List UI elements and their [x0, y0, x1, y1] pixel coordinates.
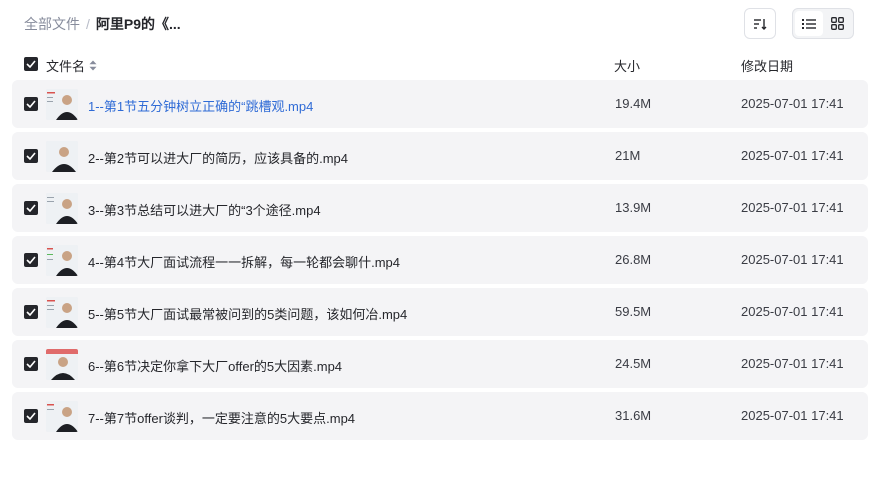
grid-view-icon	[830, 17, 844, 30]
file-size: 21M	[615, 148, 641, 163]
row-checkbox[interactable]	[24, 149, 38, 163]
table-header: 文件名 大小 修改日期	[12, 50, 868, 78]
file-name[interactable]: 1--第1节五分钟树立正确的“跳槽观.mp4	[88, 96, 313, 115]
file-size: 19.4M	[615, 96, 652, 111]
file-size: 13.9M	[615, 200, 652, 215]
table-row[interactable]: 6--第6节决定你拿下大厂offer的5大因素.mp4 24.5M 2025-0…	[12, 340, 868, 388]
check-icon	[26, 100, 36, 108]
sort-icon	[754, 18, 767, 30]
list-view-icon	[802, 18, 816, 29]
grid-view-button[interactable]	[823, 11, 851, 36]
column-header-size: 大小	[614, 59, 641, 74]
video-thumbnail	[46, 401, 78, 432]
view-toggle	[792, 8, 854, 39]
table-row[interactable]: 5--第5节大厂面试最常被问到的5类问题，该如何冶.mp4 59.5M 2025…	[12, 288, 868, 336]
check-icon	[26, 60, 36, 68]
row-checkbox[interactable]	[24, 97, 38, 111]
table-row[interactable]: 3--第3节总结可以进大厂的“3个途径.mp4 13.9M 2025-07-01…	[12, 184, 868, 232]
breadcrumb: 全部文件 / 阿里P9的《...	[24, 15, 181, 33]
check-icon	[26, 204, 36, 212]
breadcrumb-current: 阿里P9的《...	[95, 16, 181, 32]
table-row[interactable]: 7--第7节offer谈判，一定要注意的5大要点.mp4 31.6M 2025-…	[12, 392, 868, 440]
file-modified: 2025-07-01 17:41	[741, 96, 844, 111]
row-checkbox[interactable]	[24, 201, 38, 215]
top-bar: 全部文件 / 阿里P9的《...	[0, 0, 878, 48]
file-size: 59.5M	[615, 304, 652, 319]
sort-arrows-icon	[89, 60, 97, 71]
table-row[interactable]: 1--第1节五分钟树立正确的“跳槽观.mp4 19.4M 2025-07-01 …	[12, 80, 868, 128]
video-thumbnail	[46, 141, 78, 172]
video-thumbnail	[46, 245, 78, 276]
file-modified: 2025-07-01 17:41	[741, 148, 844, 163]
column-header-name[interactable]: 文件名	[46, 56, 97, 75]
table-row[interactable]: 2--第2节可以进大厂的简历，应该具备的.mp4 21M 2025-07-01 …	[12, 132, 868, 180]
list-view-button[interactable]	[795, 11, 823, 36]
row-checkbox[interactable]	[24, 357, 38, 371]
column-header-name-label: 文件名	[46, 59, 86, 74]
file-list: 1--第1节五分钟树立正确的“跳槽观.mp4 19.4M 2025-07-01 …	[12, 80, 868, 444]
file-size: 31.6M	[615, 408, 652, 423]
check-icon	[26, 412, 36, 420]
file-name[interactable]: 2--第2节可以进大厂的简历，应该具备的.mp4	[88, 148, 348, 167]
check-icon	[26, 152, 36, 160]
file-modified: 2025-07-01 17:41	[741, 408, 844, 423]
file-modified: 2025-07-01 17:41	[741, 252, 844, 267]
file-name[interactable]: 6--第6节决定你拿下大厂offer的5大因素.mp4	[88, 356, 342, 375]
select-all-checkbox[interactable]	[24, 57, 38, 71]
file-name[interactable]: 4--第4节大厂面试流程一一拆解，每一轮都会聊什.mp4	[88, 252, 400, 271]
breadcrumb-separator: /	[86, 16, 90, 32]
video-thumbnail	[46, 193, 78, 224]
video-thumbnail	[46, 89, 78, 120]
file-modified: 2025-07-01 17:41	[741, 304, 844, 319]
row-checkbox[interactable]	[24, 253, 38, 267]
row-checkbox[interactable]	[24, 409, 38, 423]
table-row[interactable]: 4--第4节大厂面试流程一一拆解，每一轮都会聊什.mp4 26.8M 2025-…	[12, 236, 868, 284]
sort-button[interactable]	[744, 8, 776, 39]
check-icon	[26, 256, 36, 264]
breadcrumb-root[interactable]: 全部文件	[24, 14, 80, 34]
file-name[interactable]: 7--第7节offer谈判，一定要注意的5大要点.mp4	[88, 408, 355, 427]
video-thumbnail	[46, 297, 78, 328]
check-icon	[26, 360, 36, 368]
file-size: 24.5M	[615, 356, 652, 371]
column-header-modified: 修改日期	[741, 59, 794, 74]
file-modified: 2025-07-01 17:41	[741, 356, 844, 371]
file-name[interactable]: 5--第5节大厂面试最常被问到的5类问题，该如何冶.mp4	[88, 304, 407, 323]
file-name[interactable]: 3--第3节总结可以进大厂的“3个途径.mp4	[88, 200, 321, 219]
row-checkbox[interactable]	[24, 305, 38, 319]
video-thumbnail	[46, 349, 78, 380]
check-icon	[26, 308, 36, 316]
file-size: 26.8M	[615, 252, 652, 267]
file-modified: 2025-07-01 17:41	[741, 200, 844, 215]
